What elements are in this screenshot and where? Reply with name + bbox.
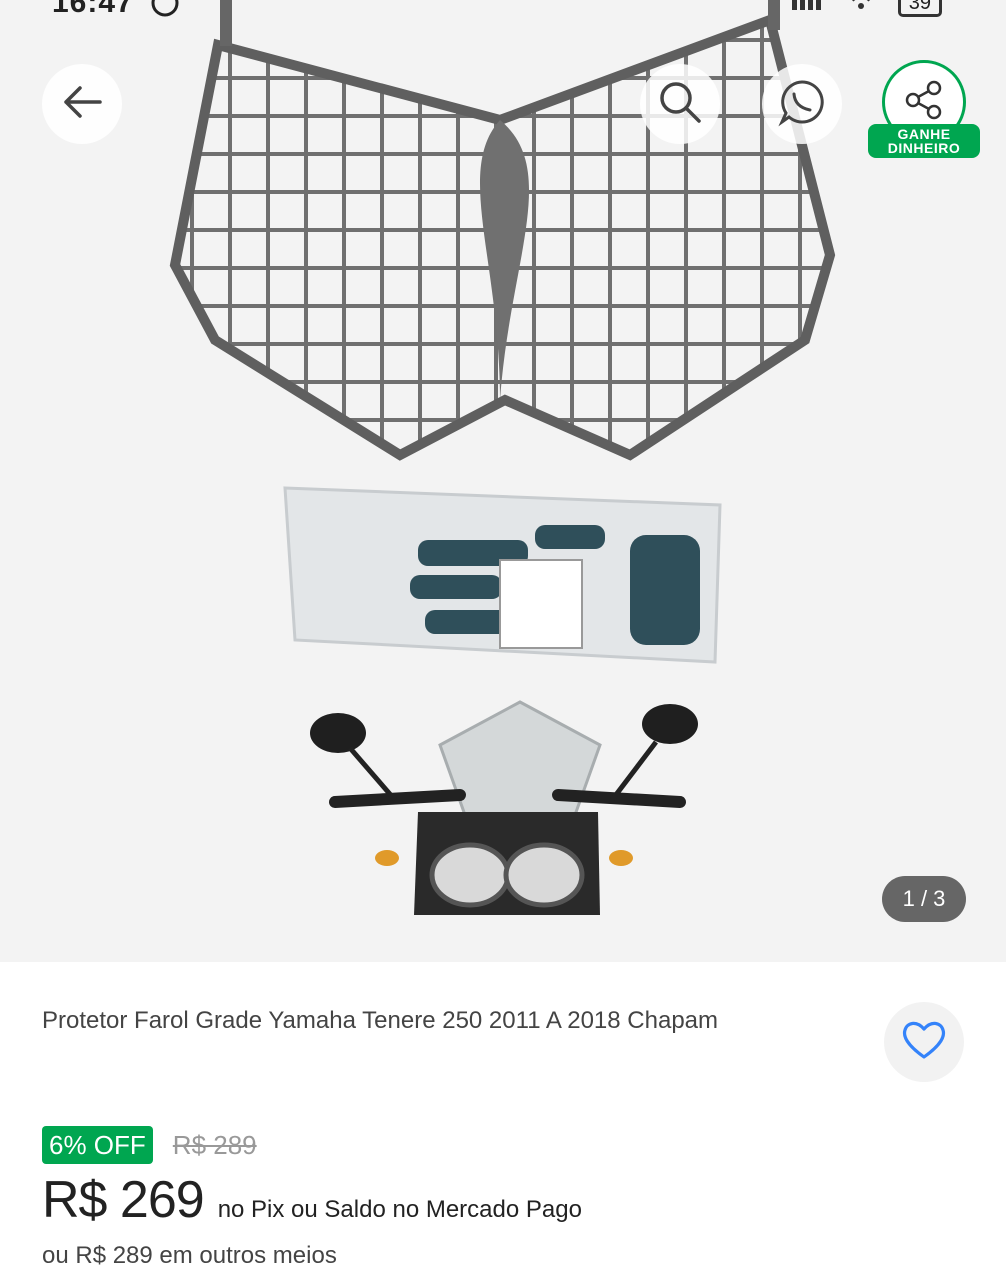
battery-indicator: 39 <box>897 0 942 17</box>
price-row: R$ 269 no Pix ou Saldo no Mercado Pago <box>42 1170 582 1230</box>
search-icon <box>657 79 703 130</box>
other-payment-price: ou R$ 289 em outros meios <box>42 1242 337 1269</box>
current-price: R$ 269 <box>42 1171 205 1229</box>
whatsapp-notification-icon <box>150 0 190 26</box>
discount-badge: 6% OFF <box>42 1126 153 1164</box>
share-earn-label[interactable]: GANHE DINHEIRO <box>868 124 980 158</box>
search-button[interactable] <box>640 64 720 144</box>
image-counter: 1 / 3 <box>882 876 966 922</box>
status-bar: 16:47 39 <box>0 0 1006 20</box>
signal-icon <box>790 0 824 20</box>
status-time: 16:47 <box>52 0 134 19</box>
whatsapp-share-button[interactable] <box>762 64 842 144</box>
discount-row: 6% OFF R$ 289 <box>42 1126 257 1164</box>
back-button[interactable] <box>42 64 122 144</box>
price-payment-note: no Pix ou Saldo no Mercado Pago <box>217 1196 582 1223</box>
favorite-button[interactable] <box>884 1002 964 1082</box>
share-icon <box>903 79 945 126</box>
heart-icon <box>901 1019 947 1066</box>
product-image <box>169 0 836 915</box>
product-image-gallery[interactable]: 16:47 39 GANHE DINHEIRO 1 / 3 <box>0 0 1006 962</box>
wifi-icon <box>844 0 878 20</box>
arrow-left-icon <box>60 80 104 129</box>
product-title: Protetor Farol Grade Yamaha Tenere 250 2… <box>42 1007 719 1034</box>
old-price: R$ 289 <box>172 1129 257 1160</box>
whatsapp-share-icon <box>777 77 827 132</box>
